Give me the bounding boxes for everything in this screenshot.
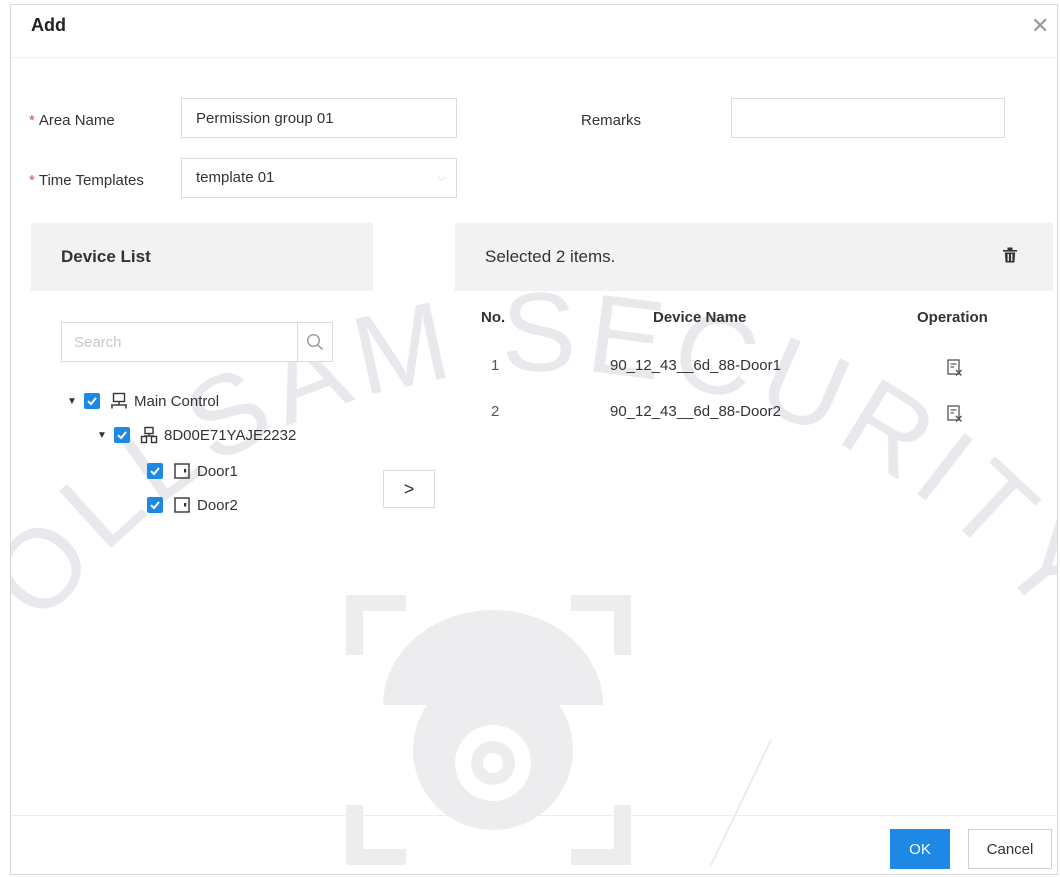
tree-node-label: Main Control [134,392,220,410]
search-divider [297,323,298,361]
tree-node-main-control[interactable]: ▼ Main Control [66,389,219,413]
tree-node-label: 8D00E71YAJE2232 [164,426,297,444]
transfer-right-button[interactable]: > [383,470,435,508]
row-device-name: 90_12_43__6d_88-Door2 [610,403,781,420]
tree-node-door2[interactable]: Door2 [147,493,238,517]
time-templates-label: * Time Templates [29,172,144,189]
device-search [61,322,333,362]
door-icon [174,497,190,513]
add-dialog: OLLSAM SECURITY Add ✕ *Area Name Remarks… [10,4,1058,875]
remove-icon[interactable] [947,405,963,423]
tree-node-label: Door2 [197,496,238,514]
header-divider [11,57,1057,58]
remove-icon[interactable] [947,359,963,377]
search-icon[interactable] [305,332,325,352]
required-marker: * [29,172,35,189]
checkbox-checked[interactable] [84,393,100,409]
checkbox-checked[interactable] [114,427,130,443]
check-icon [150,501,160,510]
tree-node-label: Door1 [197,462,238,480]
check-icon [117,431,127,440]
device-list-title: Device List [61,247,151,266]
column-header-operation: Operation [917,309,988,326]
check-icon [87,397,97,406]
trash-icon[interactable] [1003,247,1017,263]
device-list-header: Device List [31,223,373,291]
footer-divider [11,815,1057,816]
column-header-no: No. [481,309,506,326]
tree-node-door1[interactable]: Door1 [147,459,238,483]
checkbox-checked[interactable] [147,463,163,479]
area-name-label-text: Area Name [38,112,115,129]
remarks-input[interactable] [731,98,1005,138]
area-name-input[interactable] [181,98,457,138]
row-device-name: 90_12_43__6d_88-Door1 [610,357,781,374]
close-icon[interactable]: ✕ [1031,15,1049,37]
checkbox-checked[interactable] [147,497,163,513]
caret-down-icon[interactable]: ▼ [66,396,78,407]
area-name-label: * Area Name [29,112,115,129]
search-input[interactable] [62,323,318,361]
cancel-button[interactable]: Cancel [968,829,1052,869]
time-templates-value: template 01 [196,169,275,186]
selected-count-text: Selected 2 items. [485,247,616,266]
caret-down-icon[interactable]: ▼ [96,430,108,441]
tree-node-device[interactable]: ▼ 8D00E71YAJE2232 [96,423,296,447]
column-header-device-name: Device Name [653,309,747,326]
check-icon [150,467,160,476]
network-icon [111,392,127,409]
ok-button[interactable]: OK [890,829,950,869]
chevron-down-icon: ⌵ [437,172,446,184]
door-icon [174,463,190,479]
required-marker: * [29,112,35,129]
remarks-label: Remarks [581,112,642,129]
row-number: 1 [491,357,500,374]
row-number: 2 [491,403,500,420]
time-templates-label-text: Time Templates [38,172,144,189]
dialog-title: Add [31,15,66,35]
selected-header: Selected 2 items. [455,223,1053,291]
time-templates-select[interactable]: template 01 ⌵ [181,158,457,198]
device-icon [140,426,158,444]
